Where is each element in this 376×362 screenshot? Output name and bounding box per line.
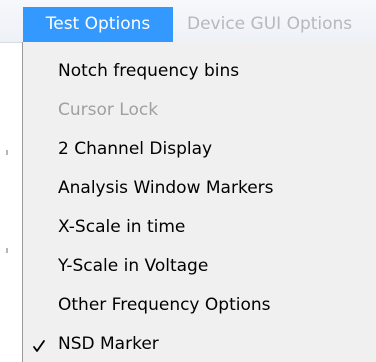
menu-item-analysis-window-markers[interactable]: Analysis Window Markers: [23, 171, 376, 206]
menu-item-label: Other Frequency Options: [58, 295, 271, 315]
menu-device-gui-options[interactable]: Device GUI Options: [173, 7, 376, 42]
menu-item-label: Y-Scale in Voltage: [58, 256, 209, 276]
menu-item-label: Cursor Lock: [58, 100, 159, 120]
menu-item-notch-frequency-bins[interactable]: Notch frequency bins: [23, 54, 376, 89]
checkmark-icon: [33, 340, 45, 352]
menu-item-cursor-lock: Cursor Lock: [23, 93, 376, 128]
menu-item-label: Notch frequency bins: [58, 61, 240, 81]
test-options-dropdown: Notch frequency bins Cursor Lock 2 Chann…: [22, 42, 376, 362]
menu-item-label: X-Scale in time: [58, 217, 186, 237]
menu-item-nsd-marker[interactable]: NSD Marker: [23, 327, 376, 362]
left-edge-mark: [6, 150, 8, 155]
left-edge-mark: [6, 248, 8, 253]
menu-test-options[interactable]: Test Options: [23, 7, 173, 42]
menu-item-label: Analysis Window Markers: [58, 178, 274, 198]
menu-item-label: 2 Channel Display: [58, 139, 213, 159]
menu-bar: Test Options Device GUI Options: [0, 0, 376, 43]
menu-item-label: NSD Marker: [58, 334, 159, 354]
screen: Test Options Device GUI Options Notch fr…: [0, 0, 376, 362]
menu-item-y-scale-in-voltage[interactable]: Y-Scale in Voltage: [23, 249, 376, 284]
menu-item-other-frequency-options[interactable]: Other Frequency Options: [23, 288, 376, 323]
menu-item-2-channel-display[interactable]: 2 Channel Display: [23, 132, 376, 167]
menu-item-x-scale-in-time[interactable]: X-Scale in time: [23, 210, 376, 245]
